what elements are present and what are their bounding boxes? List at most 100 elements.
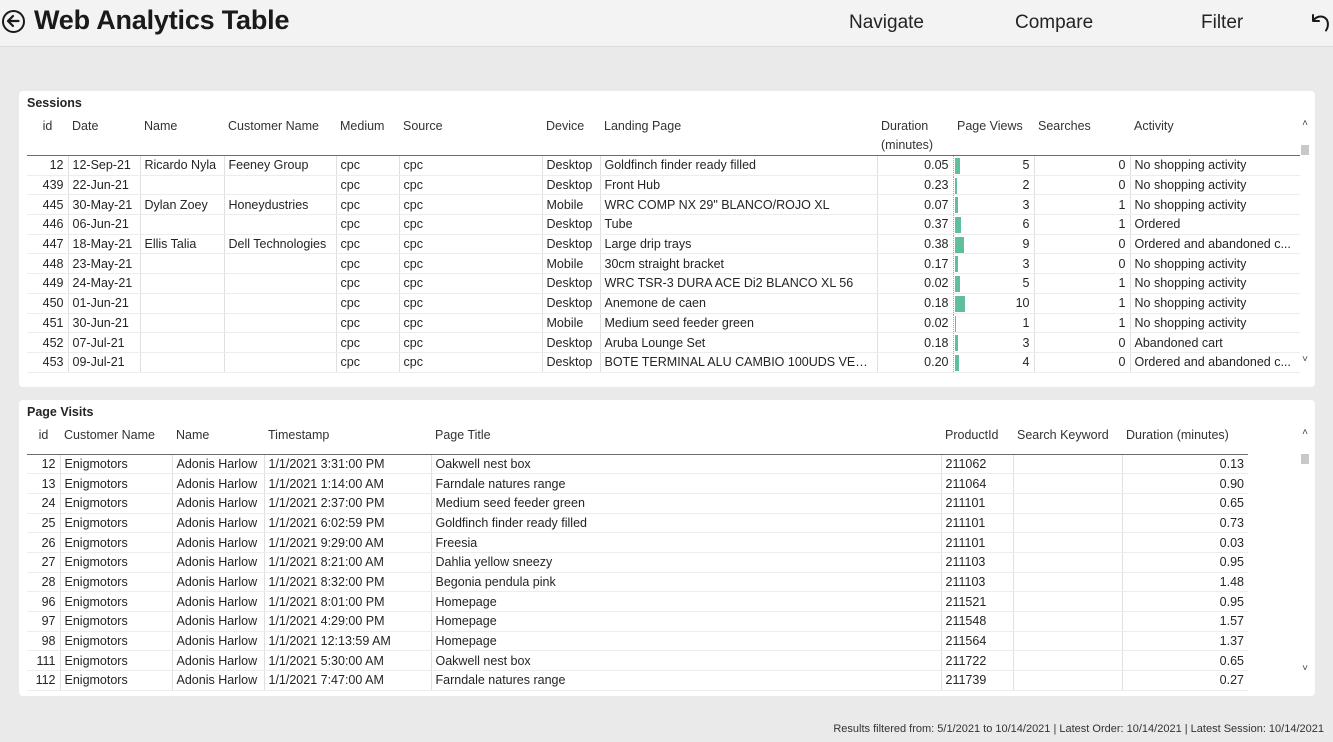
cell-device: Desktop: [542, 352, 601, 373]
col-header-activity[interactable]: Activity: [1130, 117, 1300, 156]
table-row[interactable]: 28 Enigmotors Adonis Harlow 1/1/2021 8:32:0…: [27, 572, 1248, 593]
cell-source: cpc: [399, 332, 543, 353]
cell-medium: cpc: [336, 273, 400, 294]
filter-button[interactable]: Filter: [1201, 12, 1243, 34]
cell-product-id: 211101: [941, 532, 1014, 553]
cell-page-title: Farndale natures range: [431, 670, 942, 691]
cell-product-id: 211064: [941, 473, 1014, 494]
page-visits-table: id Customer Name Name Timestamp Page Tit…: [27, 426, 1248, 691]
table-row[interactable]: 453 09-Jul-21 cpc cpc Desktop BOTE TERMINAL A…: [27, 352, 1300, 373]
chevron-up-icon[interactable]: ˄: [1300, 428, 1310, 438]
table-row[interactable]: 12 12-Sep-21 Ricardo Nyla Feeney Group cpc cp…: [27, 155, 1300, 176]
cell-source: cpc: [399, 194, 543, 216]
table-row[interactable]: 439 22-Jun-21 cpc cpc Desktop Front Hub 0.23 2 0…: [27, 175, 1300, 196]
table-row[interactable]: 449 24-May-21 cpc cpc Desktop WRC TSR-3 DURA …: [27, 273, 1300, 294]
table-row[interactable]: 13 Enigmotors Adonis Harlow 1/1/2021 1:14:0…: [27, 473, 1248, 494]
cell-source: cpc: [399, 313, 543, 334]
col-header-customer-name[interactable]: Customer Name: [224, 117, 336, 156]
cell-name: [140, 253, 225, 275]
sessions-scrollbar[interactable]: ˄ ˅: [1300, 119, 1310, 381]
cell-landing-page: WRC TSR-3 DURA ACE Di2 BLANCO XL 56: [600, 273, 878, 294]
cell-landing-page: BOTE TERMINAL ALU CAMBIO 100UDS VERDE: [600, 352, 878, 373]
undo-arrow-icon[interactable]: [1309, 11, 1333, 35]
cell-duration: 0.65: [1122, 650, 1248, 672]
col-header-id[interactable]: id: [27, 117, 68, 156]
table-row[interactable]: 12 Enigmotors Adonis Harlow 1/1/2021 3:31:0…: [27, 454, 1248, 475]
col-header-landing-page[interactable]: Landing Page: [600, 117, 877, 156]
col-header-customer-name[interactable]: Customer Name: [60, 426, 172, 455]
cell-searches: 0: [1034, 155, 1131, 176]
sessions-body: 12 12-Sep-21 Ricardo Nyla Feeney Group cpc cp…: [27, 155, 1300, 373]
table-row[interactable]: 98 Enigmotors Adonis Harlow 1/1/2021 12:13:…: [27, 631, 1248, 652]
table-row[interactable]: 447 18-May-21 Ellis Talia Dell Technologies…: [27, 234, 1300, 255]
col-header-timestamp[interactable]: Timestamp: [264, 426, 431, 455]
table-row[interactable]: 451 30-Jun-21 cpc cpc Mobile Medium seed feed…: [27, 313, 1300, 334]
cell-searches: 1: [1034, 194, 1131, 216]
cell-id: 27: [27, 552, 61, 573]
table-row[interactable]: 27 Enigmotors Adonis Harlow 1/1/2021 8:21:0…: [27, 552, 1248, 573]
col-header-source[interactable]: Source: [399, 117, 542, 156]
col-header-page-views[interactable]: Page Views: [953, 117, 1034, 156]
col-header-id[interactable]: id: [27, 426, 60, 455]
table-row[interactable]: 450 01-Jun-21 cpc cpc Desktop Anemone de caen…: [27, 293, 1300, 314]
back-arrow-circle-icon[interactable]: [2, 10, 25, 33]
col-header-searches[interactable]: Searches: [1034, 117, 1130, 156]
col-header-page-title[interactable]: Page Title: [431, 426, 941, 455]
chevron-down-icon[interactable]: ˅: [1300, 355, 1310, 365]
cell-landing-page: Large drip trays: [600, 234, 878, 255]
table-row[interactable]: 26 Enigmotors Adonis Harlow 1/1/2021 9:29:0…: [27, 532, 1248, 553]
cell-page-title: Homepage: [431, 631, 942, 652]
cell-customer-name: Enigmotors: [60, 611, 173, 632]
cell-device: Desktop: [542, 273, 601, 294]
cell-duration: 0.13: [1122, 454, 1248, 475]
cell-id: 450: [27, 293, 69, 314]
page-visits-scroll-thumb[interactable]: [1301, 454, 1309, 464]
cell-landing-page: WRC COMP NX 29" BLANCO/ROJO XL: [600, 194, 878, 216]
cell-source: cpc: [399, 214, 543, 235]
page-title: Web Analytics Table: [34, 5, 290, 35]
col-header-search-keyword[interactable]: Search Keyword: [1013, 426, 1122, 455]
col-header-name[interactable]: Name: [172, 426, 264, 455]
page-views-bar: [954, 256, 958, 273]
cell-search-keyword: [1013, 670, 1123, 691]
table-row[interactable]: 112 Enigmotors Adonis Harlow 1/1/2021 7:47:…: [27, 670, 1248, 691]
table-row[interactable]: 111 Enigmotors Adonis Harlow 1/1/2021 5:30:…: [27, 650, 1248, 672]
page-views-bar: [954, 295, 965, 312]
table-row[interactable]: 445 30-May-21 Dylan Zoey Honeydustries cpc cp…: [27, 194, 1300, 216]
table-row[interactable]: 448 23-May-21 cpc cpc Mobile 30cm straight br…: [27, 253, 1300, 275]
cell-medium: cpc: [336, 234, 400, 255]
cell-id: 112: [27, 670, 61, 691]
cell-duration: 0.95: [1122, 591, 1248, 612]
compare-button[interactable]: Compare: [1015, 12, 1093, 34]
table-row[interactable]: 97 Enigmotors Adonis Harlow 1/1/2021 4:29:0…: [27, 611, 1248, 632]
cell-name: Adonis Harlow: [172, 631, 265, 652]
col-header-product-id[interactable]: ProductId: [941, 426, 1013, 455]
table-row[interactable]: 25 Enigmotors Adonis Harlow 1/1/2021 6:02:5…: [27, 513, 1248, 534]
col-header-duration[interactable]: Duration (minutes): [1122, 426, 1248, 455]
table-row[interactable]: 24 Enigmotors Adonis Harlow 1/1/2021 2:37:0…: [27, 493, 1248, 514]
cell-customer-name: Enigmotors: [60, 650, 173, 672]
col-header-device[interactable]: Device: [542, 117, 600, 156]
table-row[interactable]: 452 07-Jul-21 cpc cpc Desktop Aruba Lounge Se…: [27, 332, 1300, 353]
cell-duration: 1.37: [1122, 631, 1248, 652]
col-header-medium[interactable]: Medium: [336, 117, 399, 156]
page-views-bar: [954, 276, 960, 293]
table-row[interactable]: 96 Enigmotors Adonis Harlow 1/1/2021 8:01:0…: [27, 591, 1248, 612]
cell-id: 111: [27, 650, 61, 672]
page-visits-scrollbar[interactable]: ˄ ˅: [1300, 428, 1310, 690]
sessions-scroll-thumb[interactable]: [1301, 145, 1309, 155]
chevron-down-icon[interactable]: ˅: [1300, 664, 1310, 674]
col-header-date[interactable]: Date: [68, 117, 140, 156]
page-views-value: 3: [1022, 256, 1030, 271]
cell-source: cpc: [399, 293, 543, 314]
cell-date: 06-Jun-21: [68, 214, 141, 235]
col-header-name[interactable]: Name: [140, 117, 224, 156]
navigate-button[interactable]: Navigate: [849, 12, 924, 34]
col-header-duration[interactable]: Duration (minutes): [877, 117, 953, 156]
chevron-up-icon[interactable]: ˄: [1300, 119, 1310, 129]
cell-page-views: 10: [953, 293, 1035, 314]
cell-name: Adonis Harlow: [172, 670, 265, 691]
table-row[interactable]: 446 06-Jun-21 cpc cpc Desktop Tube 0.37 6 1 Order…: [27, 214, 1300, 235]
cell-name: Adonis Harlow: [172, 513, 265, 534]
cell-search-keyword: [1013, 532, 1123, 553]
